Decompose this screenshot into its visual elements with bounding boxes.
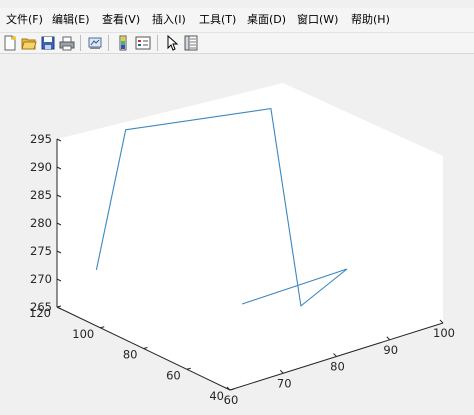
y-tick-label: 40: [209, 389, 224, 403]
property-inspector-icon[interactable]: [183, 35, 199, 51]
menu-edit[interactable]: 编辑(E): [52, 11, 90, 29]
z-tick-label: 265: [30, 300, 52, 314]
menu-desktop[interactable]: 桌面(D): [247, 11, 286, 29]
z-tick-label: 280: [30, 216, 52, 230]
menu-help[interactable]: 帮助(H): [351, 11, 390, 29]
x-tick-label: 80: [330, 360, 345, 374]
z-tick-label: 295: [30, 132, 52, 146]
link-plot-icon[interactable]: [87, 35, 103, 51]
toolbar-separator: [108, 35, 109, 51]
z-tick-label: 285: [30, 188, 52, 202]
y-tick-label: 100: [72, 327, 94, 341]
toolbar-separator: [157, 35, 158, 51]
x-tick-label: 60: [224, 393, 239, 407]
x-tick-label: 90: [383, 343, 398, 357]
menu-tools[interactable]: 工具(T): [199, 11, 236, 29]
x-tick-label: 100: [433, 326, 455, 340]
open-file-icon[interactable]: [21, 35, 37, 51]
window-title-strip: [0, 0, 474, 8]
menu-window[interactable]: 窗口(W): [297, 11, 338, 29]
toolbar-separator: [80, 35, 81, 51]
edit-plot-arrow-icon[interactable]: [164, 35, 180, 51]
insert-legend-icon[interactable]: [135, 35, 151, 51]
menu-insert[interactable]: 插入(I): [152, 11, 186, 29]
y-tick-label: 60: [166, 368, 181, 382]
print-icon[interactable]: [59, 35, 75, 51]
save-icon[interactable]: [40, 35, 56, 51]
x-tick-label: 70: [277, 376, 292, 390]
z-tick-label: 270: [30, 272, 52, 286]
menu-bar: 文件(F) 编辑(E) 查看(V) 插入(I) 工具(T) 桌面(D) 窗口(W…: [0, 0, 474, 33]
insert-colorbar-icon[interactable]: [115, 35, 131, 51]
menu-file[interactable]: 文件(F): [6, 11, 43, 29]
menu-view[interactable]: 查看(V): [102, 11, 140, 29]
plot-3d: 6070809010040608010012026527027528028529…: [29, 83, 455, 407]
z-tick-label: 290: [30, 160, 52, 174]
new-figure-icon[interactable]: [2, 35, 18, 51]
z-tick-label: 275: [30, 244, 52, 258]
figure-canvas: 60 70 80 90 100 40 60 80 100 120 265 270 275 280 285 29…: [0, 54, 474, 415]
y-tick-label: 80: [123, 348, 138, 362]
figure-toolbar: [0, 33, 474, 54]
